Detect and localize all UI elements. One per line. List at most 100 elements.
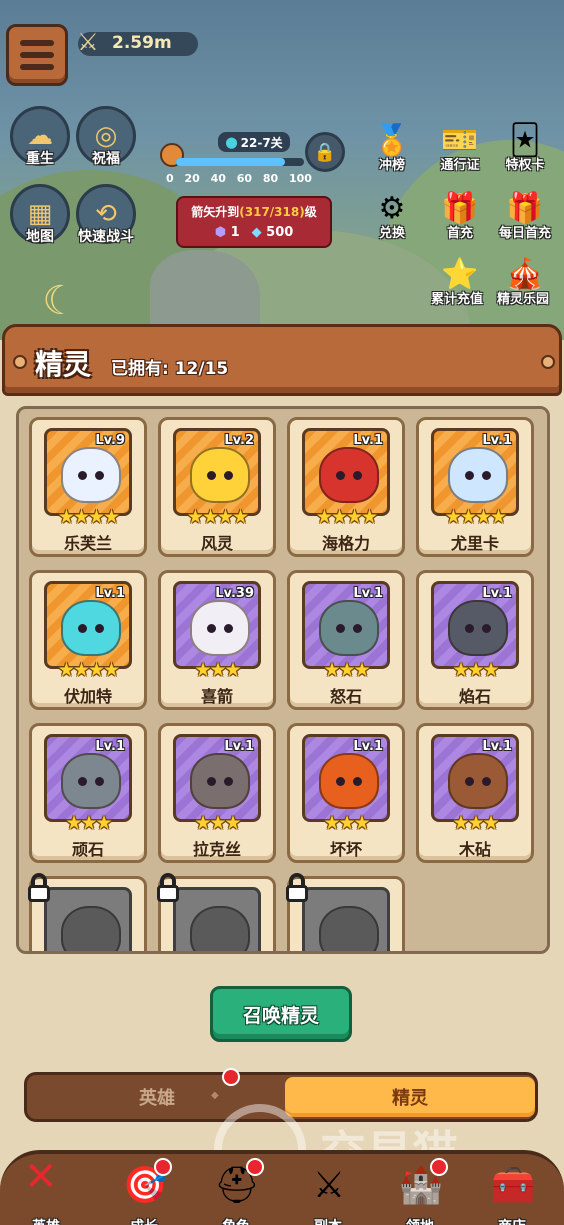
sprite-park-label: 精灵乐园 — [496, 292, 549, 307]
sprite-level: Lv.9 — [95, 433, 125, 448]
nav-item-knight-helmet[interactable]: ⛑角色 — [190, 1154, 282, 1225]
sprite-creature-icon — [61, 753, 121, 809]
sprite-level: Lv.1 — [224, 739, 254, 754]
fast-battle-icon: ⟲ — [95, 199, 117, 229]
sprite-portrait: Lv.1 — [431, 428, 519, 516]
sprite-name: 风灵 — [200, 534, 233, 553]
sprite-card[interactable]: Lv.1 ★★★ 坏坏 — [287, 723, 405, 863]
sprite-portrait: Lv.1 — [431, 581, 519, 669]
sprite-card[interactable]: Lv.1 ★★★ 顽石 — [29, 723, 147, 863]
sprite-portrait: Lv.1 — [173, 734, 261, 822]
stage-badge: ⬤ 22-7关 — [218, 132, 290, 152]
nav-label: 领地 — [374, 1216, 466, 1225]
diamond-icon: ◆ — [251, 225, 262, 240]
goggles-icon: ◎ — [94, 121, 118, 151]
nav-item-castle[interactable]: 🏰领地 — [374, 1154, 466, 1225]
panel-header: 精灵 已拥有: 12/15 — [2, 324, 562, 396]
sprite-creature-icon — [448, 447, 508, 503]
wing-moon-icon: ☾ — [42, 278, 78, 324]
sprite-level: Lv.2 — [224, 433, 254, 448]
locked-sprite-card[interactable] — [155, 873, 276, 951]
nav-item-close[interactable]: ✕ 英雄 — [0, 1154, 92, 1225]
eye-icon — [95, 776, 104, 786]
progress-tick-label: 40 — [210, 172, 226, 185]
sprite-card[interactable]: Lv.1 ★★★ 木砧 — [416, 723, 534, 863]
lock-icon — [155, 873, 181, 903]
sprite-level: Lv.1 — [353, 433, 383, 448]
sprite-card[interactable]: Lv.39 ★★★ 喜箭 — [158, 570, 276, 710]
sprite-creature-icon — [190, 906, 250, 951]
sprite-card[interactable]: Lv.1 ★★★ 焰石 — [416, 570, 534, 710]
crossed-swords-icon: ⚔ — [77, 28, 99, 56]
sprite-name: 焰石 — [458, 687, 491, 706]
sprite-card[interactable]: Lv.9 ★★★★ 乐芙兰 — [29, 417, 147, 557]
sprite-panel: 精灵 已拥有: 12/15 Lv.9 ★★★★ 乐芙兰 Lv.2 ★★★★ 风灵 Lv.1 ★… — [2, 324, 562, 964]
close-icon: ✕ — [24, 1154, 58, 1200]
sprite-creature-icon — [319, 447, 379, 503]
reward-item1-count: 1 — [230, 225, 240, 240]
eye-icon — [353, 776, 362, 786]
stage-progress-ticks: 0 20 40 60 80 100 — [166, 172, 312, 185]
nav-item-scarecrow[interactable]: 🎯成长 — [98, 1154, 190, 1225]
sprite-stars: ★★★ — [65, 812, 112, 834]
sprite-creature-icon — [61, 600, 121, 656]
sprite-level: Lv.39 — [215, 586, 254, 601]
nav-item-treasure-chest[interactable]: 🧰 商店 — [466, 1154, 558, 1225]
sprite-card[interactable]: Lv.1 ★★★ 怒石 — [287, 570, 405, 710]
owned-count: 已拥有: 12/15 — [111, 359, 229, 379]
sprite-level: Lv.1 — [482, 433, 512, 448]
arrow-upgrade-reward[interactable]: 箭矢升到(317/318)级 ⬢ 1 ◆ 500 — [176, 196, 332, 248]
sprite-card[interactable]: Lv.1 ★★★★ 尤里卡 — [416, 417, 534, 557]
sprite-name: 坏坏 — [329, 840, 362, 859]
sprite-name: 拉克丝 — [192, 840, 241, 859]
daily-charge-label: 每日首充 — [498, 226, 551, 241]
reward-suffix: 级 — [304, 205, 317, 219]
sprite-card[interactable]: Lv.1 ★★★ 拉克丝 — [158, 723, 276, 863]
sprite-stars: ★★★★ — [57, 506, 120, 528]
nav-item-crossed-swords[interactable]: ⚔ 副本 — [282, 1154, 374, 1225]
sprite-grid-frame: Lv.9 ★★★★ 乐芙兰 Lv.2 ★★★★ 风灵 Lv.1 ★★★★ 海格力 Lv.1 ★★★★… — [16, 406, 550, 954]
sprite-name: 伏加特 — [63, 687, 112, 706]
sprite-portrait: Lv.2 — [173, 428, 261, 516]
nav-label: 商店 — [466, 1216, 558, 1225]
progress-tick-label: 100 — [288, 172, 312, 185]
notification-dot — [154, 1158, 172, 1176]
sprite-card[interactable]: Lv.1 ★★★★ 伏加特 — [29, 570, 147, 710]
eye-icon — [224, 623, 233, 633]
stage-lock-button[interactable]: 🔒 — [305, 132, 345, 172]
eye-icon — [482, 776, 491, 786]
sprite-creature-icon — [319, 600, 379, 656]
locked-sprite-card[interactable] — [28, 873, 147, 951]
combat-power-value: 2.59m — [112, 33, 172, 53]
progress-tick-label: 20 — [184, 172, 200, 185]
eye-icon — [353, 623, 362, 633]
sprite-stars: ★★★ — [194, 659, 241, 681]
sprite-portrait: Lv.1 — [431, 734, 519, 822]
eye-icon — [95, 623, 104, 633]
eye-icon — [78, 776, 87, 786]
eye-icon — [224, 776, 233, 786]
sprite-name: 喜箭 — [200, 687, 233, 706]
crossed-swords-icon: ⚔ — [312, 1164, 346, 1206]
eye-icon — [78, 470, 87, 480]
eye-icon — [482, 623, 491, 633]
stage-progress-bar — [176, 158, 304, 166]
sprite-name: 尤里卡 — [450, 534, 499, 553]
sprite-card[interactable]: Lv.1 ★★★★ 海格力 — [287, 417, 405, 557]
reward-prefix: 箭矢升到 — [191, 205, 240, 219]
sprite-creature-icon — [61, 906, 121, 951]
eye-icon — [353, 470, 362, 480]
sprite-grid: Lv.9 ★★★★ 乐芙兰 Lv.2 ★★★★ 风灵 Lv.1 ★★★★ 海格力 Lv.1 ★★★★… — [28, 417, 547, 951]
sprite-portrait: Lv.9 — [44, 428, 132, 516]
progress-tick-label: 80 — [262, 172, 279, 185]
sprite-creature-icon — [190, 600, 250, 656]
summon-sprite-button[interactable]: 召唤精灵 — [210, 986, 352, 1042]
sprite-card[interactable]: Lv.2 ★★★★ 风灵 — [158, 417, 276, 557]
sprite-name: 木砧 — [458, 840, 491, 859]
purple-gem-icon: ⬢ — [214, 225, 227, 240]
sprite-creature-icon — [190, 447, 250, 503]
treasure-chest-icon: 🧰 — [490, 1165, 536, 1206]
progress-tick-label: 0 — [166, 172, 174, 185]
main-menu-button[interactable] — [6, 24, 68, 86]
locked-sprite-card[interactable] — [286, 873, 405, 951]
